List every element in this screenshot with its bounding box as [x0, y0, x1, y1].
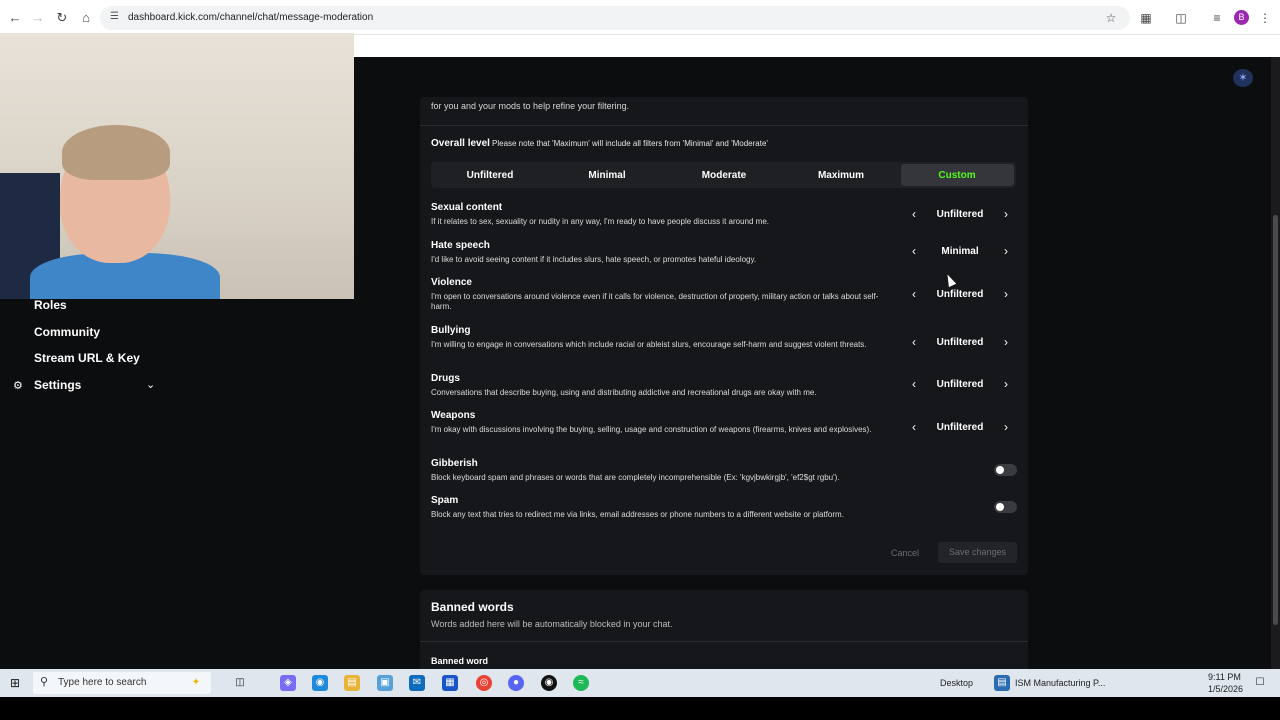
chevron-left-icon[interactable]: ‹ [909, 420, 919, 434]
chevron-right-icon[interactable]: › [1001, 420, 1011, 434]
site-info-icon[interactable]: ☰ [110, 11, 122, 23]
category-desc-hate: I'd like to avoid seeing content if it i… [431, 255, 757, 264]
spotify-icon[interactable]: ≈ [573, 675, 589, 691]
toggle-knob [996, 466, 1004, 474]
level-moderate-button[interactable]: Moderate [669, 170, 779, 181]
webcam-person-hair [62, 125, 170, 180]
sidebar-item-roles[interactable]: Roles [34, 298, 67, 312]
back-icon[interactable]: ← [7, 10, 23, 26]
webcam-overlay [0, 33, 354, 299]
cancel-button[interactable]: Cancel [891, 548, 919, 558]
taskbar-app-label[interactable]: ISM Manufacturing P... [1015, 678, 1105, 688]
sidebar-item-stream-url-key[interactable]: Stream URL & Key [34, 351, 140, 365]
overall-level-title: Overall level [431, 138, 490, 149]
chevron-right-icon[interactable]: › [1001, 287, 1011, 301]
category-desc-bullying: I'm willing to engage in conversations w… [431, 340, 867, 349]
clock-date[interactable]: 1/5/2026 [1208, 684, 1243, 694]
toggle-title-gibberish: Gibberish [431, 458, 478, 469]
windows-taskbar: ⊞ ⚲ Type here to search ✦ ◫ ◈ ◉ ▤ ▣ ✉ ▦ … [0, 669, 1280, 697]
copilot-sparkle-icon[interactable]: ✦ [188, 675, 204, 691]
category-value-hate: Minimal [941, 246, 979, 257]
clock-time[interactable]: 9:11 PM [1208, 672, 1241, 682]
taskbar-search-placeholder[interactable]: Type here to search [58, 677, 146, 688]
outlook-icon[interactable]: ✉ [409, 675, 425, 691]
forward-icon[interactable]: → [30, 10, 46, 26]
chevron-down-icon[interactable]: ⌄ [146, 378, 155, 391]
category-title-hate: Hate speech [431, 240, 490, 251]
category-value-weapons: Unfiltered [936, 422, 984, 433]
copilot-icon[interactable]: ◈ [280, 675, 296, 691]
category-value-sexual: Unfiltered [936, 209, 984, 220]
category-title-bullying: Bullying [431, 325, 471, 336]
chevron-left-icon[interactable]: ‹ [909, 287, 919, 301]
media-control-icon[interactable]: ≡ [1209, 10, 1225, 26]
photos-icon[interactable]: ▣ [377, 675, 393, 691]
chevron-right-icon[interactable]: › [1001, 335, 1011, 349]
profile-avatar[interactable]: B [1234, 10, 1249, 25]
category-title-drugs: Drugs [431, 373, 460, 384]
chevron-left-icon[interactable]: ‹ [909, 335, 919, 349]
divider [420, 641, 1028, 642]
filtering-intro-text: for you and your mods to help refine you… [431, 101, 630, 111]
category-value-drugs: Unfiltered [936, 379, 984, 390]
category-title-violence: Violence [431, 277, 472, 288]
gear-icon: ⚙ [13, 380, 23, 392]
chevron-left-icon[interactable]: ‹ [909, 377, 919, 391]
store-icon[interactable]: ▦ [442, 675, 458, 691]
chevron-right-icon[interactable]: › [1001, 377, 1011, 391]
sidebar-item-community[interactable]: Community [34, 325, 100, 339]
spam-toggle[interactable] [994, 501, 1017, 513]
gibberish-toggle[interactable] [994, 464, 1017, 476]
divider [420, 125, 1028, 126]
category-title-weapons: Weapons [431, 410, 476, 421]
chevron-left-icon[interactable]: ‹ [909, 207, 919, 221]
level-minimal-button[interactable]: Minimal [552, 170, 662, 181]
windows-start-icon[interactable]: ⊞ [10, 676, 24, 690]
overall-level-note: Please note that 'Maximum' will include … [492, 139, 768, 148]
reload-icon[interactable]: ↻ [54, 10, 70, 26]
discord-icon[interactable]: ● [508, 675, 524, 691]
screen-bottom-bar [0, 697, 1280, 720]
category-title-sexual: Sexual content [431, 202, 503, 213]
toggle-desc-gibberish: Block keyboard spam and phrases or words… [431, 473, 840, 482]
file-explorer-icon[interactable]: ▤ [344, 675, 360, 691]
extensions-icon[interactable]: ▦ [1138, 10, 1154, 26]
toggle-knob [996, 503, 1004, 511]
toggle-title-spam: Spam [431, 495, 459, 506]
category-desc-drugs: Conversations that describe buying, usin… [431, 388, 817, 397]
tab-search-icon[interactable]: ◫ [1173, 10, 1189, 26]
banned-words-desc: Words added here will be automatically b… [431, 619, 673, 629]
ism-app-icon[interactable]: ▤ [994, 675, 1010, 691]
category-value-violence: Unfiltered [936, 289, 984, 300]
chevron-right-icon[interactable]: › [1001, 207, 1011, 221]
banned-words-title: Banned words [431, 600, 514, 614]
bookmark-star-icon[interactable]: ☆ [1103, 10, 1119, 26]
category-desc-violence: I'm open to conversations around violenc… [431, 292, 879, 311]
chevron-right-icon[interactable]: › [1001, 244, 1011, 258]
more-menu-icon[interactable]: ⋮ [1257, 10, 1273, 26]
scrollbar-thumb[interactable] [1273, 215, 1278, 625]
user-avatar-icon[interactable]: ✶ [1233, 69, 1253, 87]
browser-toolbar: ← → ↻ ⌂ ☰ dashboard.kick.com/channel/cha… [0, 0, 1280, 35]
home-icon[interactable]: ⌂ [78, 10, 94, 26]
edge-icon[interactable]: ◉ [312, 675, 328, 691]
chevron-left-icon[interactable]: ‹ [909, 244, 919, 258]
level-custom-button[interactable]: Custom [902, 170, 1012, 181]
banned-word-column-header: Banned word [431, 656, 489, 666]
level-maximum-button[interactable]: Maximum [786, 170, 896, 181]
category-desc-sexual: If it relates to sex, sexuality or nudit… [431, 217, 769, 226]
toggle-desc-spam: Block any text that tries to redirect me… [431, 510, 844, 519]
url-text[interactable]: dashboard.kick.com/channel/chat/message-… [128, 12, 373, 23]
save-changes-button[interactable]: Save changes [938, 542, 1017, 563]
obs-icon[interactable]: ◉ [541, 675, 557, 691]
task-view-icon[interactable]: ◫ [232, 675, 248, 691]
search-icon: ⚲ [40, 676, 49, 688]
chrome-icon[interactable]: ◎ [476, 675, 492, 691]
level-unfiltered-button[interactable]: Unfiltered [435, 170, 545, 181]
taskbar-desktop-label[interactable]: Desktop [940, 678, 973, 688]
sidebar-item-settings[interactable]: Settings [34, 378, 81, 392]
notification-icon[interactable]: ☐ [1252, 675, 1268, 691]
category-value-bullying: Unfiltered [936, 337, 984, 348]
category-desc-weapons: I'm okay with discussions involving the … [431, 425, 872, 434]
